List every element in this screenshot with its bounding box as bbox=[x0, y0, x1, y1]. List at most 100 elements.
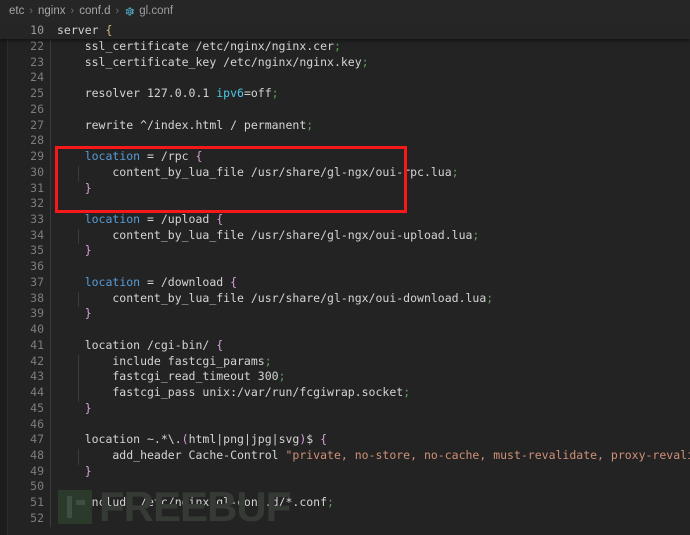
code-line[interactable]: 48 add_header Cache-Control "private, no… bbox=[0, 448, 690, 464]
code-token: { bbox=[320, 432, 328, 447]
line-code: } bbox=[57, 401, 92, 417]
code-token: $ bbox=[306, 432, 321, 447]
line-number: 48 bbox=[30, 447, 44, 462]
code-token: ; bbox=[403, 385, 411, 400]
code-token: ; bbox=[327, 495, 334, 510]
code-line[interactable]: 44 fastcgi_pass unix:/var/run/fcgiwrap.s… bbox=[0, 385, 690, 401]
line-code: add_header Cache-Control "private, no-st… bbox=[57, 448, 690, 464]
code-token: { bbox=[195, 149, 203, 164]
sticky-scroll-line[interactable]: 10 server { bbox=[0, 22, 690, 39]
indent-guide bbox=[78, 165, 79, 182]
indent-guide bbox=[50, 39, 51, 527]
code-line[interactable]: 51 include /etc/nginx/gl-conf.d/*.conf; bbox=[0, 495, 690, 511]
code-line[interactable]: 42 include fastcgi_params; bbox=[0, 354, 690, 370]
code-line[interactable]: 28 bbox=[0, 133, 690, 149]
code-line[interactable]: 52} bbox=[0, 511, 690, 527]
code-line[interactable]: 29 location = /rpc { bbox=[0, 149, 690, 165]
breadcrumb-segment-nginx[interactable]: nginx bbox=[38, 5, 66, 17]
line-number: 26 bbox=[30, 101, 44, 116]
indent-guide bbox=[78, 448, 79, 465]
line-code: content_by_lua_file /usr/share/gl-ngx/ou… bbox=[57, 228, 479, 244]
line-number: 25 bbox=[30, 86, 44, 101]
line-code: ssl_certificate /etc/nginx/nginx.cer; bbox=[57, 39, 341, 55]
line-number: 45 bbox=[30, 400, 44, 415]
code-line[interactable]: 47 location ~.*\.(html|png|jpg|svg)$ { bbox=[0, 432, 690, 448]
line-code: location = /download { bbox=[57, 275, 237, 291]
code-line[interactable]: 43 fastcgi_read_timeout 300; bbox=[0, 369, 690, 385]
line-code: content_by_lua_file /usr/share/gl-ngx/ou… bbox=[57, 291, 493, 307]
line-number: 40 bbox=[30, 322, 44, 337]
code-token: = /download bbox=[140, 274, 231, 289]
code-token: content_by_lua_file /usr/share/gl-ngx/ou… bbox=[57, 290, 487, 305]
code-token: fastcgi_read_timeout 300 bbox=[57, 369, 279, 384]
code-token: fastcgi_pass unix:/var/run/fcgiwrap.sock… bbox=[57, 385, 404, 400]
code-line[interactable]: 34 content_by_lua_file /usr/share/gl-ngx… bbox=[0, 228, 690, 244]
line-code: } bbox=[57, 243, 92, 259]
code-token: { bbox=[216, 212, 224, 227]
line-number: 36 bbox=[30, 259, 44, 274]
breadcrumb-file-name: gl.conf bbox=[139, 5, 174, 17]
code-token: ; bbox=[472, 227, 480, 242]
code-line[interactable]: 33 location = /upload { bbox=[0, 212, 690, 228]
code-line[interactable]: 37 location = /download { bbox=[0, 275, 690, 291]
code-line[interactable]: 41 location /cgi-bin/ { bbox=[0, 338, 690, 354]
code-token: ; bbox=[306, 117, 314, 132]
breadcrumb-segment-confd[interactable]: conf.d bbox=[79, 5, 110, 17]
code-token: rewrite ^/index.html / permanent bbox=[57, 117, 307, 132]
code-line[interactable]: 32 bbox=[0, 196, 690, 212]
code-token: resolver 127.0.0.1 bbox=[57, 86, 217, 101]
line-number: 38 bbox=[30, 290, 44, 305]
line-number: 49 bbox=[30, 463, 44, 478]
breadcrumb: etc › nginx › conf.d › gl.conf bbox=[0, 0, 690, 22]
code-token: location bbox=[84, 212, 141, 227]
code-token: ; bbox=[278, 369, 286, 384]
code-line[interactable]: 39 } bbox=[0, 306, 690, 322]
code-line[interactable]: 23 ssl_certificate_key /etc/nginx/nginx.… bbox=[0, 55, 690, 71]
code-token: html|png|jpg|svg bbox=[188, 432, 300, 447]
code-line[interactable]: 50 bbox=[0, 479, 690, 495]
code-editor-area[interactable]: 22 ssl_certificate /etc/nginx/nginx.cer;… bbox=[0, 39, 690, 535]
line-code: include /etc/nginx/gl-conf.d/*.conf; bbox=[57, 495, 334, 511]
vscode-editor-window: etc › nginx › conf.d › gl.conf 10 server… bbox=[0, 0, 690, 535]
line-code: } bbox=[57, 181, 92, 197]
code-token: } bbox=[84, 306, 92, 321]
sticky-code-brace: { bbox=[105, 23, 113, 37]
breadcrumb-segment-etc[interactable]: etc bbox=[9, 5, 24, 17]
code-line[interactable]: 26 bbox=[0, 102, 690, 118]
line-number: 37 bbox=[30, 274, 44, 289]
code-line[interactable]: 35 } bbox=[0, 243, 690, 259]
line-code: location = /upload { bbox=[57, 212, 224, 228]
breadcrumb-file[interactable]: gl.conf bbox=[124, 5, 173, 17]
code-line[interactable]: 27 rewrite ^/index.html / permanent; bbox=[0, 118, 690, 134]
code-token: ipv6 bbox=[216, 86, 244, 101]
code-line[interactable]: 31 } bbox=[0, 181, 690, 197]
code-line[interactable]: 36 bbox=[0, 259, 690, 275]
code-line[interactable]: 25 resolver 127.0.0.1 ipv6=off; bbox=[0, 86, 690, 102]
code-token: location /cgi-bin/ bbox=[57, 337, 217, 352]
code-token: include /etc/nginx/gl-conf.d/*.conf bbox=[57, 495, 328, 510]
code-line[interactable]: 22 ssl_certificate /etc/nginx/nginx.cer; bbox=[0, 39, 690, 55]
code-line[interactable]: 38 content_by_lua_file /usr/share/gl-ngx… bbox=[0, 291, 690, 307]
line-code: content_by_lua_file /usr/share/gl-ngx/ou… bbox=[57, 165, 458, 181]
code-line[interactable]: 24 bbox=[0, 70, 690, 86]
code-line[interactable]: 45 } bbox=[0, 401, 690, 417]
indent-guide bbox=[78, 386, 79, 402]
code-line[interactable]: 40 bbox=[0, 322, 690, 338]
gear-icon bbox=[124, 6, 135, 17]
code-line[interactable]: 46 bbox=[0, 417, 690, 433]
code-line[interactable]: 30 content_by_lua_file /usr/share/gl-ngx… bbox=[0, 165, 690, 181]
indent-guide bbox=[78, 370, 79, 387]
line-number: 44 bbox=[30, 385, 44, 400]
code-line[interactable]: 49 } bbox=[0, 464, 690, 480]
line-number: 34 bbox=[30, 227, 44, 242]
breadcrumb-separator-icon: › bbox=[29, 5, 34, 17]
code-token: =off bbox=[243, 86, 272, 101]
line-number: 50 bbox=[30, 479, 44, 494]
line-code: } bbox=[57, 306, 92, 322]
line-number: 52 bbox=[30, 510, 44, 525]
code-token: ; bbox=[264, 353, 272, 368]
